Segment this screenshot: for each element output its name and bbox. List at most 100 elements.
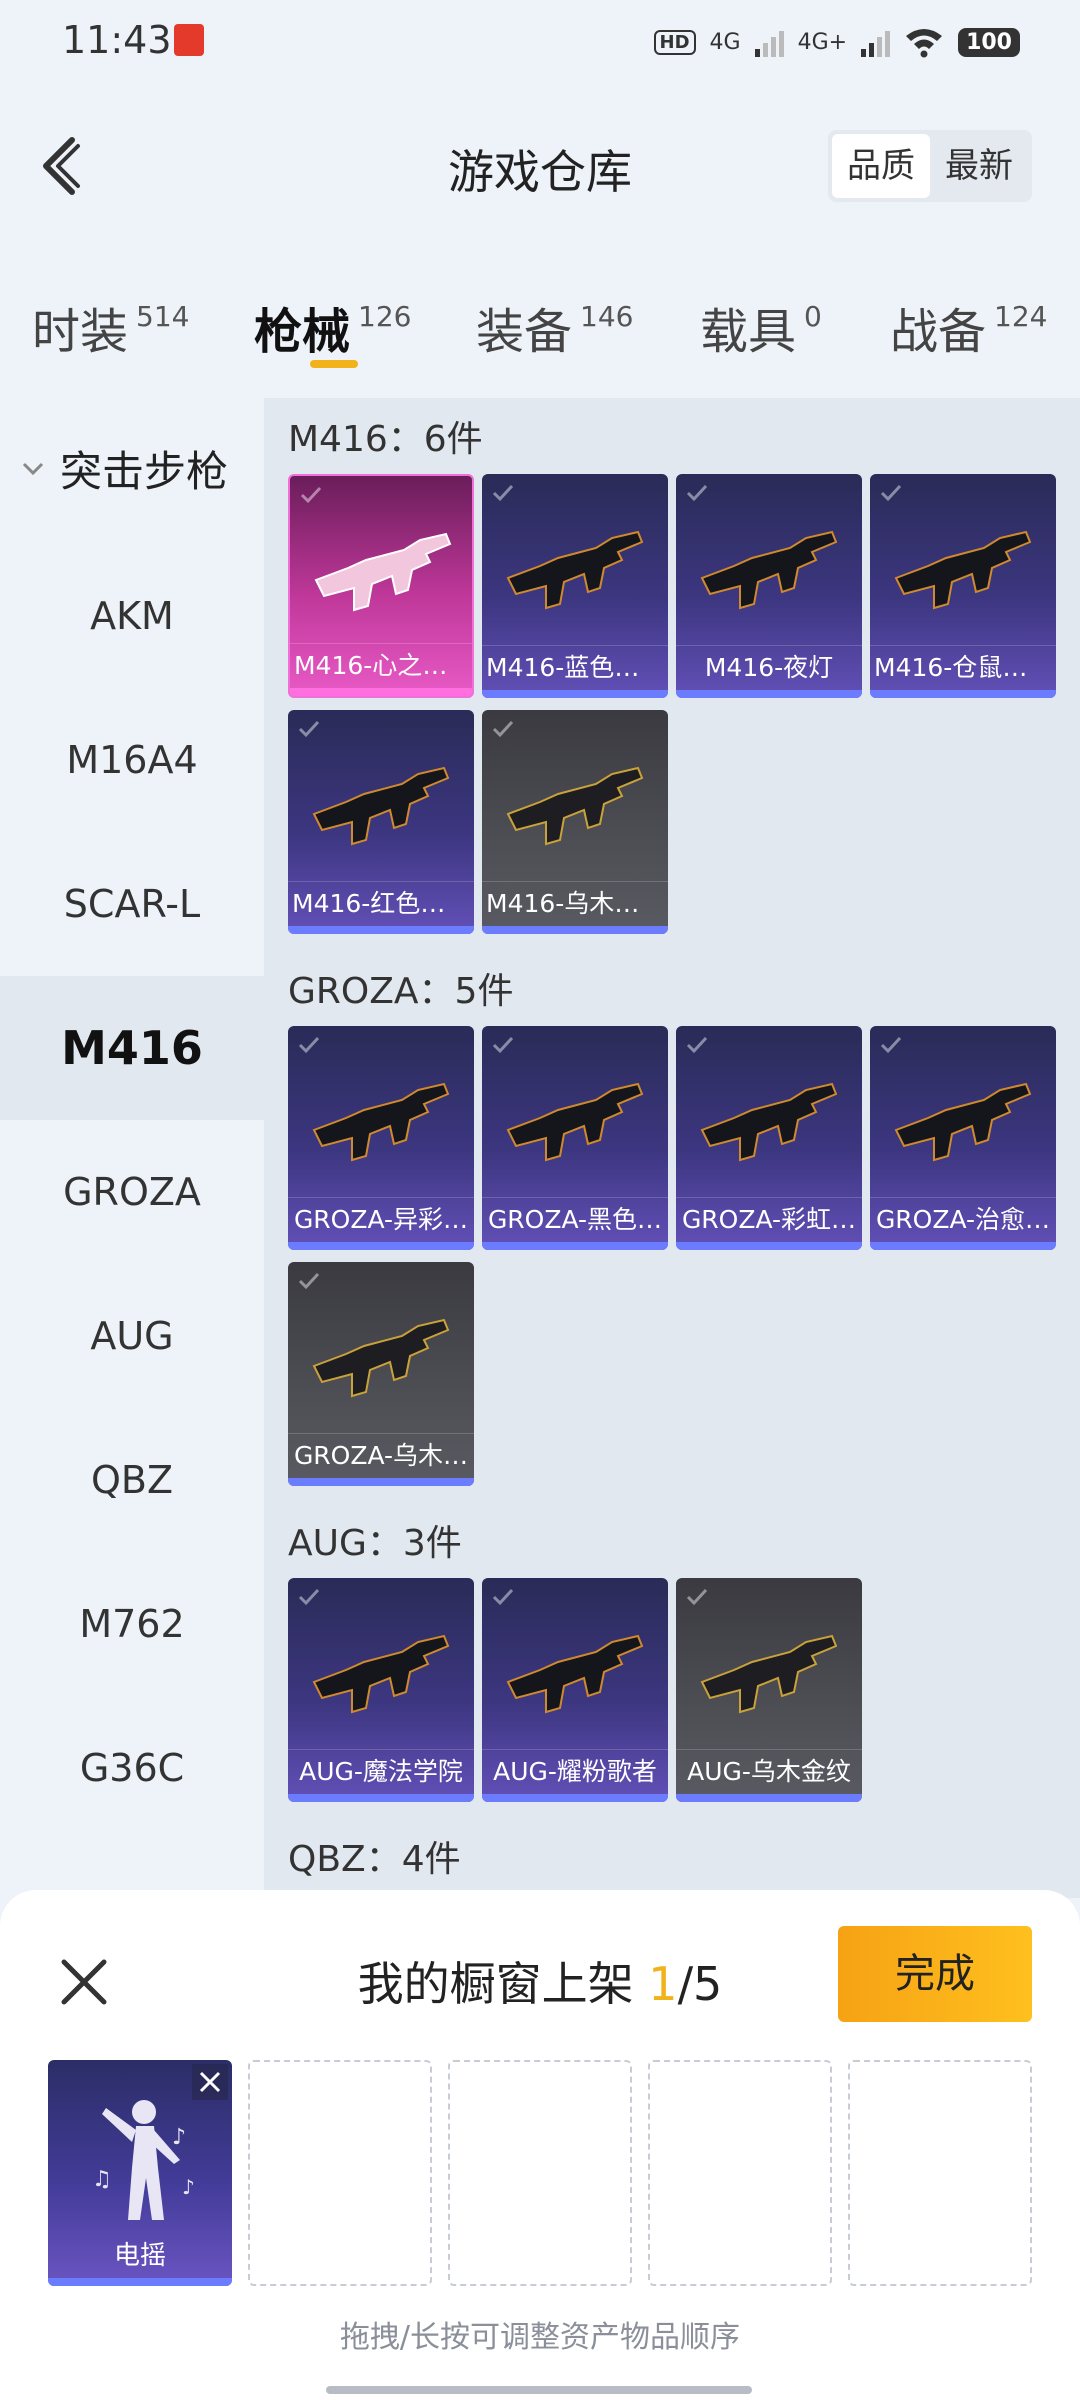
sidebar-item-groza[interactable]: GROZA <box>0 1120 264 1264</box>
rarity-bar <box>48 2278 232 2286</box>
tab-count: 0 <box>804 300 822 333</box>
weapon-skin-name: GROZA-治愈… <box>870 1197 1056 1242</box>
check-icon <box>492 1588 514 1606</box>
close-icon <box>199 2071 221 2093</box>
weapon-skin-image <box>506 1082 644 1162</box>
group-title: QBZ：4件 <box>288 1839 461 1880</box>
weapon-skin-card[interactable]: M416-仓鼠灰灰 <box>870 474 1056 698</box>
showcase-slot-1[interactable]: ♪ ♫ ♪ 电摇 <box>48 2060 232 2286</box>
rarity-bar <box>676 1794 862 1802</box>
weapon-skin-list: M416：6件 M416-心之恋语 M416-蓝色火焰 M416-夜灯 M416-仓鼠灰… <box>264 398 1080 1898</box>
rarity-bar <box>288 1478 474 1486</box>
svg-text:♪: ♪ <box>172 2125 186 2150</box>
showcase-total-count: /5 <box>677 1957 723 2011</box>
weapon-skin-card[interactable]: M416-夜灯 <box>676 474 862 698</box>
tab-label: 载具 <box>700 304 797 360</box>
showcase-slot-4[interactable] <box>648 2060 832 2286</box>
weapon-skin-card[interactable]: AUG-耀粉歌者 <box>482 1578 668 1802</box>
reorder-hint: 拖拽/长按可调整资产物品顺序 <box>339 2320 741 2355</box>
showcase-title-text: 我的橱窗上架 <box>357 1957 634 2011</box>
weapon-skin-card[interactable]: M416-乌木金纹 <box>482 710 668 934</box>
weapon-type-sidebar: 突击步枪 AKM M16A4 SCAR-L M416 GROZA AUG QBZ… <box>0 398 264 1898</box>
showcase-slot-2[interactable] <box>248 2060 432 2286</box>
sort-quality-option[interactable]: 品质 <box>832 134 930 198</box>
chevron-down-icon <box>22 462 44 475</box>
weapon-skin-name: AUG-乌木金纹 <box>676 1749 862 1794</box>
emote-dancer-icon: ♪ ♫ ♪ <box>92 2100 195 2220</box>
sidebar-item-g36c[interactable]: G36C <box>0 1696 264 1840</box>
weapon-skin-name: AUG-魔法学院 <box>288 1749 474 1794</box>
app-header: 游戏仓库 品质 最新 <box>0 86 1080 246</box>
rarity-bar <box>482 1242 668 1250</box>
svg-text:♪: ♪ <box>182 2175 195 2199</box>
rarity-bar <box>288 1242 474 1250</box>
tab-supplies[interactable]: 战备 124 <box>890 292 1047 362</box>
check-icon <box>880 484 902 502</box>
tab-label: 战备 <box>890 304 987 360</box>
remove-slot-button[interactable] <box>192 2064 228 2100</box>
sidebar-item-m416[interactable]: M416 <box>0 976 264 1120</box>
notification-app-icon <box>174 24 204 56</box>
tab-label: 枪械 <box>254 304 351 360</box>
rarity-bar <box>870 1242 1056 1250</box>
weapon-skin-card[interactable]: M416-红色方… <box>288 710 474 934</box>
done-button[interactable]: 完成 <box>838 1926 1032 2022</box>
rarity-bar <box>290 688 472 696</box>
weapon-skin-card[interactable]: GROZA-异彩… <box>288 1026 474 1250</box>
check-icon <box>686 1036 708 1054</box>
tab-firearms[interactable]: 枪械 126 <box>254 292 411 362</box>
weapon-skin-card[interactable]: GROZA-彩虹… <box>676 1026 862 1250</box>
signal-2-icon <box>861 27 891 57</box>
active-tab-indicator <box>310 360 358 368</box>
weapon-skin-image <box>700 530 838 610</box>
sidebar-item-m762[interactable]: M762 <box>0 1552 264 1696</box>
check-icon <box>686 1588 708 1606</box>
weapon-skin-card[interactable]: GROZA-治愈… <box>870 1026 1056 1250</box>
rarity-bar <box>870 690 1056 698</box>
weapon-skin-image <box>506 530 644 610</box>
sidebar-section-assault-rifles[interactable]: 突击步枪 <box>18 438 228 499</box>
tab-label: 装备 <box>476 304 573 360</box>
showcase-current-count: 1 <box>648 1957 678 2011</box>
home-indicator[interactable] <box>326 2386 752 2394</box>
rarity-bar <box>676 1242 862 1250</box>
network-type-2: 4G+ <box>797 29 848 55</box>
check-icon <box>492 484 514 502</box>
weapon-skin-name: M416-仓鼠灰灰 <box>870 645 1056 690</box>
group-title: M416：6件 <box>288 419 483 460</box>
sidebar-item-qbz[interactable]: QBZ <box>0 1408 264 1552</box>
rarity-bar <box>288 926 474 934</box>
weapon-skin-card[interactable]: GROZA-乌木… <box>288 1262 474 1486</box>
weapon-skin-image <box>312 1318 450 1398</box>
rarity-bar <box>482 926 668 934</box>
sort-newest-option[interactable]: 最新 <box>930 134 1028 198</box>
showcase-slot-3[interactable] <box>448 2060 632 2286</box>
group-title: AUG：3件 <box>288 1523 462 1564</box>
check-icon <box>686 484 708 502</box>
sidebar-item-akm[interactable]: AKM <box>0 544 264 688</box>
check-icon <box>298 1036 320 1054</box>
check-icon <box>300 486 322 504</box>
weapon-skin-image <box>894 530 1032 610</box>
weapon-skin-card[interactable]: M416-心之恋语 <box>288 474 474 698</box>
sidebar-item-m16a4[interactable]: M16A4 <box>0 688 264 832</box>
weapon-skin-card[interactable]: GROZA-黑色… <box>482 1026 668 1250</box>
sidebar-item-aug[interactable]: AUG <box>0 1264 264 1408</box>
tab-vehicles[interactable]: 载具 0 <box>700 292 822 362</box>
weapon-skin-card[interactable]: AUG-魔法学院 <box>288 1578 474 1802</box>
tab-count: 126 <box>358 300 412 333</box>
weapon-skin-image <box>314 532 452 612</box>
weapon-skin-image <box>312 766 450 846</box>
check-icon <box>880 1036 902 1054</box>
hd-voice-icon: HD <box>653 29 696 55</box>
sidebar-item-scar-l[interactable]: SCAR-L <box>0 832 264 976</box>
check-icon <box>492 720 514 738</box>
weapon-skin-card[interactable]: AUG-乌木金纹 <box>676 1578 862 1802</box>
showcase-slot-5[interactable] <box>848 2060 1032 2286</box>
tab-count: 514 <box>136 300 190 333</box>
tab-equipment[interactable]: 装备 146 <box>476 292 633 362</box>
weapon-skin-name: M416-乌木金纹 <box>482 881 668 926</box>
weapon-skin-card[interactable]: M416-蓝色火焰 <box>482 474 668 698</box>
tab-fashion[interactable]: 时装 514 <box>32 292 189 362</box>
check-icon <box>298 720 320 738</box>
